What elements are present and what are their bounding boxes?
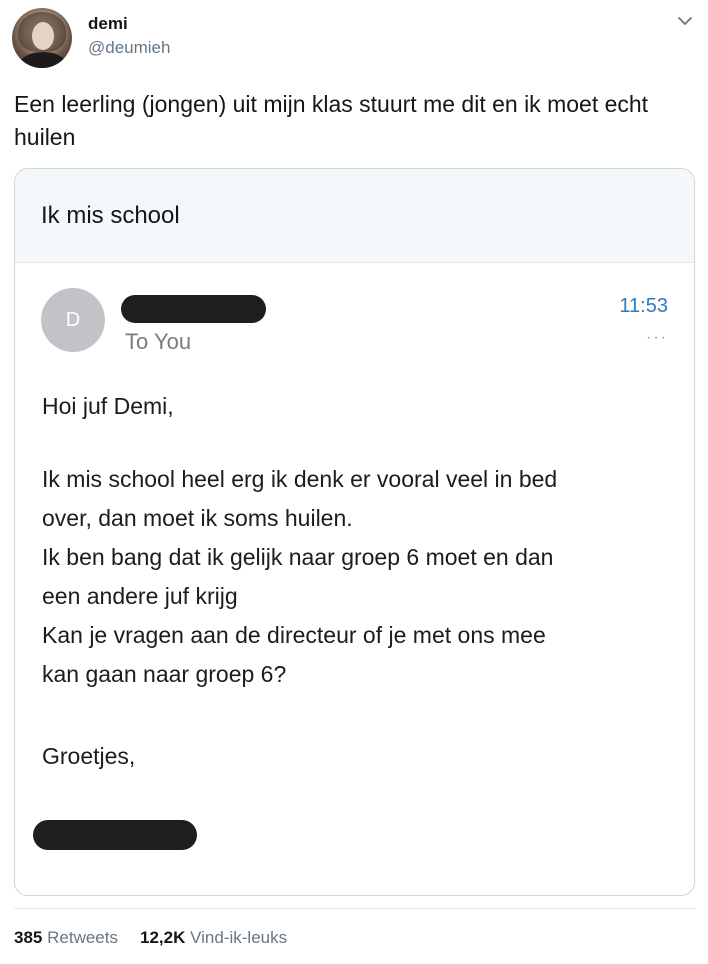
recipient-label: To You bbox=[125, 329, 192, 354]
email-subject: Ik mis school bbox=[41, 202, 180, 229]
message-line: Ik ben bang dat ik gelijk naar groep 6 m… bbox=[42, 544, 554, 570]
tweet-page: demi @deumieh Een leerling (jongen) uit … bbox=[0, 0, 708, 964]
likes-count: 12,2K bbox=[139, 928, 186, 947]
retweets-count: 385 bbox=[14, 928, 43, 947]
email-card[interactable]: Ik mis school D To You 11:53 ··· Hoi juf… bbox=[14, 168, 695, 896]
avatar[interactable] bbox=[12, 8, 72, 68]
message-line: Ik mis school heel erg ik denk er vooral… bbox=[42, 466, 558, 492]
more-options-icon[interactable]: ··· bbox=[646, 329, 668, 347]
chevron-down-icon[interactable] bbox=[676, 14, 694, 28]
user-name[interactable]: demi bbox=[88, 14, 128, 34]
tweet-text: Een leerling (jongen) uit mijn klas stuu… bbox=[14, 91, 649, 150]
email-time: 11:53 bbox=[619, 295, 668, 317]
redacted-signature bbox=[33, 820, 197, 850]
message-line: kan gaan naar groep 6? bbox=[42, 661, 287, 687]
retweets-label: Retweets bbox=[47, 928, 118, 947]
message-line: Kan je vragen aan de directeur of je met… bbox=[42, 622, 546, 648]
email-message: Ik mis school heel erg ik denk er vooral… bbox=[42, 460, 682, 694]
message-line: over, dan moet ik soms huilen. bbox=[42, 505, 353, 531]
email-subject-bar: Ik mis school bbox=[15, 169, 694, 263]
redacted-sender-name bbox=[121, 295, 266, 323]
sender-avatar: D bbox=[41, 288, 105, 352]
user-handle[interactable]: @deumieh bbox=[88, 38, 170, 58]
email-signoff: Groetjes, bbox=[42, 743, 136, 769]
divider bbox=[14, 908, 695, 909]
likes-label: Vind-ik-leuks bbox=[190, 928, 288, 947]
likes-stat[interactable]: 12,2K Vind-ik-leuks bbox=[140, 928, 287, 947]
message-line: een andere juf krijg bbox=[42, 583, 238, 609]
email-greeting: Hoi juf Demi, bbox=[42, 393, 174, 419]
retweets-stat[interactable]: 385 Retweets bbox=[14, 928, 118, 947]
tweet-stats: 385 Retweets 12,2K Vind-ik-leuks bbox=[14, 928, 287, 948]
